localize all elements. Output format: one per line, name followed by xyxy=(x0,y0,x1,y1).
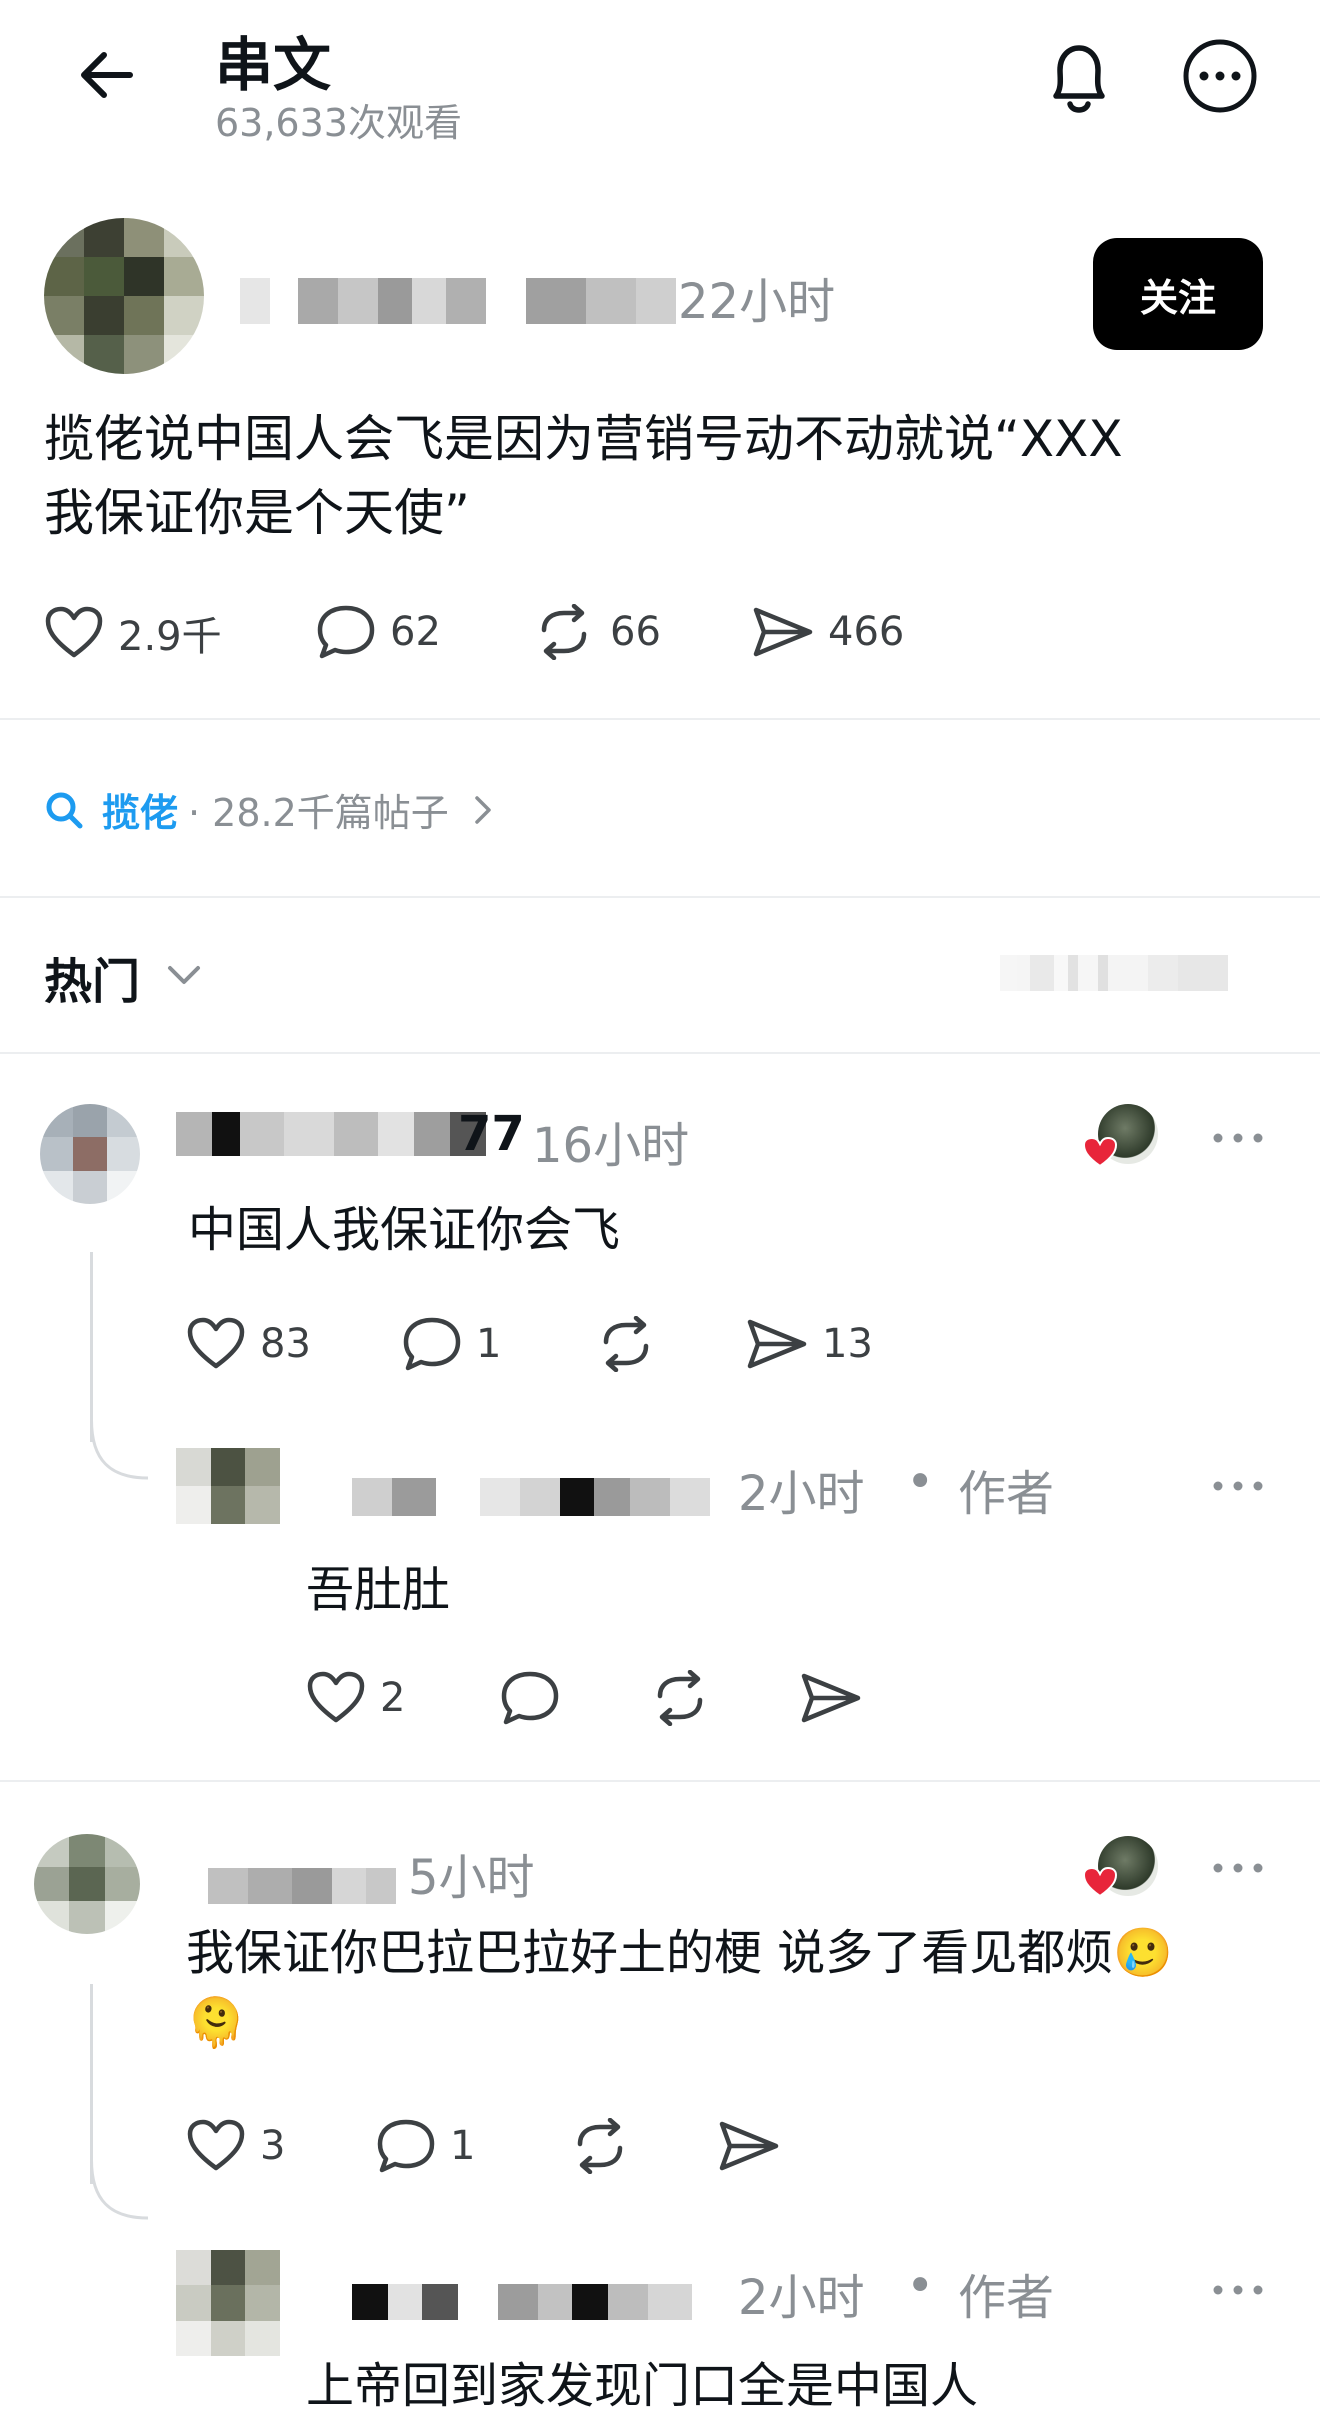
like-count: 83 xyxy=(260,1321,311,1367)
author-tag: 作者 xyxy=(958,1466,1055,1522)
avatar[interactable] xyxy=(176,2250,280,2356)
more-options-icon[interactable] xyxy=(1208,2280,1268,2300)
comment-time: 2小时 xyxy=(738,2270,865,2326)
heart-icon xyxy=(45,606,103,658)
avatar[interactable] xyxy=(44,218,204,374)
post-text: 揽佬说中国人会飞是因为营销号动不动就说“XXX 我保证你是个天使” xyxy=(44,402,1244,550)
comment-time: 16小时 xyxy=(532,1118,690,1174)
share-button[interactable]: 13 xyxy=(746,1316,873,1372)
more-icon[interactable] xyxy=(1180,36,1260,116)
bell-icon[interactable] xyxy=(1042,38,1116,118)
post-text-line: 揽佬说中国人会飞是因为营销号动不动就说“XXX xyxy=(44,410,1123,468)
more-options-icon[interactable] xyxy=(1208,1858,1268,1878)
chevron-right-icon xyxy=(475,795,491,824)
search-icon xyxy=(46,792,83,828)
comment-button[interactable]: 62 xyxy=(316,604,441,660)
thread-connector xyxy=(90,1984,93,2184)
comment-icon xyxy=(317,605,375,659)
commenter-name-redacted[interactable] xyxy=(352,2284,692,2320)
liked-by-author-heart-icon xyxy=(1082,1866,1118,1898)
repost-button[interactable] xyxy=(648,1670,726,1726)
comment-icon xyxy=(403,1317,461,1371)
thread-connector xyxy=(90,1252,93,1442)
post-time: 22小时 xyxy=(678,274,836,330)
repost-icon xyxy=(541,604,587,660)
page-title: 串文 xyxy=(215,31,332,99)
comment-time: 2小时 xyxy=(738,1466,865,1522)
repost-button[interactable] xyxy=(568,2118,646,2174)
divider xyxy=(0,896,1320,898)
thread-connector-curve xyxy=(90,2160,149,2220)
comment-text-line: 我保证你巴拉巴拉好土的梗 说多了看见都烦🥲 xyxy=(186,1925,1174,1981)
separator-dot: • xyxy=(906,2258,935,2314)
commenter-name-suffix: 77 xyxy=(458,1106,525,1162)
reply-count: 1 xyxy=(450,2123,476,2169)
share-count: 466 xyxy=(828,609,905,655)
comment-icon xyxy=(501,1671,559,1725)
repost-button[interactable]: 66 xyxy=(532,604,661,660)
author-name-redacted[interactable] xyxy=(240,278,676,324)
comment-text: 吾肚肚 xyxy=(306,1562,451,1618)
reply-button[interactable]: 1 xyxy=(376,2118,475,2174)
more-options-icon[interactable] xyxy=(1208,1128,1268,1148)
more-options-icon[interactable] xyxy=(1208,1476,1268,1496)
commenter-name-redacted[interactable] xyxy=(176,1112,486,1156)
comment-text-line: 🫠 xyxy=(186,1995,246,2051)
topic-link[interactable]: 揽佬 · 28.2千篇帖子 xyxy=(44,782,503,837)
heart-icon xyxy=(307,1671,365,1723)
topic-post-count: · 28.2千篇帖子 xyxy=(188,791,449,835)
like-count: 2.9千 xyxy=(118,614,222,660)
share-button[interactable] xyxy=(800,1670,876,1726)
like-button[interactable]: 2.9千 xyxy=(44,604,222,662)
divider xyxy=(0,1780,1320,1782)
reply-button[interactable]: 1 xyxy=(402,1316,501,1372)
comment-text: 上帝回到家发现门口全是中国人 xyxy=(306,2358,979,2414)
redacted-activity-link[interactable] xyxy=(1000,955,1228,991)
reply-count: 1 xyxy=(476,1321,502,1367)
share-icon xyxy=(747,1319,807,1369)
repost-icon xyxy=(657,1670,703,1726)
divider xyxy=(0,718,1320,720)
like-button[interactable]: 3 xyxy=(186,2118,285,2174)
post-text-line: 我保证你是个天使” xyxy=(44,484,470,542)
comment-count: 62 xyxy=(390,609,441,655)
share-icon xyxy=(753,607,813,657)
topic-name: 揽佬 xyxy=(102,791,179,835)
like-count: 3 xyxy=(260,2123,286,2169)
repost-icon xyxy=(577,2118,623,2174)
thread-connector-curve xyxy=(90,1420,149,1480)
back-arrow-icon[interactable] xyxy=(72,40,142,110)
repost-button[interactable] xyxy=(594,1316,672,1372)
comment-text: 中国人我保证你会飞 xyxy=(188,1202,621,1258)
repost-count: 66 xyxy=(610,609,661,655)
separator-dot: • xyxy=(906,1454,935,1510)
share-icon xyxy=(801,1673,861,1723)
comment-icon xyxy=(377,2119,435,2173)
liked-by-author-heart-icon xyxy=(1082,1136,1118,1168)
commenter-name-redacted[interactable] xyxy=(208,1868,396,1904)
chevron-down-icon[interactable] xyxy=(162,958,206,994)
share-button[interactable] xyxy=(718,2118,794,2174)
heart-icon xyxy=(187,1317,245,1369)
like-button[interactable]: 83 xyxy=(186,1316,311,1372)
commenter-name-redacted[interactable] xyxy=(352,1478,710,1516)
comment-time: 5小时 xyxy=(408,1850,535,1906)
follow-button[interactable]: 关注 xyxy=(1093,238,1263,350)
heart-icon xyxy=(187,2119,245,2171)
author-tag: 作者 xyxy=(958,2270,1055,2326)
like-count: 2 xyxy=(380,1675,406,1721)
share-button[interactable]: 466 xyxy=(752,604,904,660)
view-count: 63,633次观看 xyxy=(215,101,462,145)
comment-text: 我保证你巴拉巴拉好土的梗 说多了看见都烦🥲 🫠 xyxy=(186,1918,1286,2058)
avatar[interactable] xyxy=(34,1834,140,1934)
like-button[interactable]: 2 xyxy=(306,1670,405,1726)
avatar[interactable] xyxy=(176,1448,280,1524)
avatar[interactable] xyxy=(40,1104,140,1204)
share-count: 13 xyxy=(822,1321,873,1367)
divider xyxy=(0,1052,1320,1054)
repost-icon xyxy=(603,1316,649,1372)
reply-button[interactable] xyxy=(500,1670,574,1726)
sort-dropdown[interactable]: 热门 xyxy=(44,942,140,1012)
share-icon xyxy=(719,2121,779,2171)
